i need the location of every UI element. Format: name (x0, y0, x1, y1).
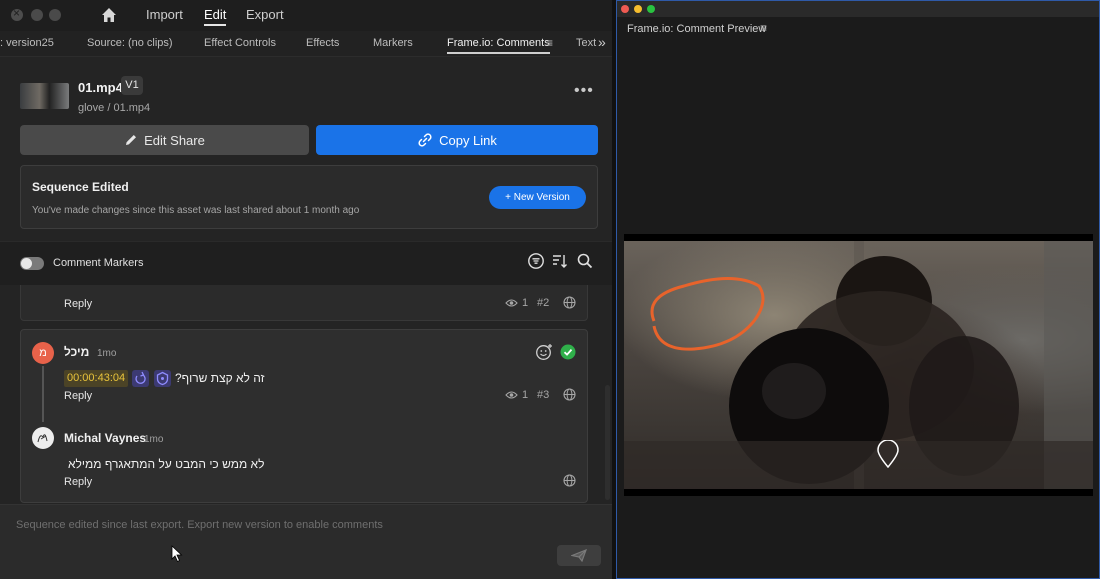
tab-text[interactable]: Text (576, 37, 596, 49)
minimize-preview-button[interactable] (634, 5, 642, 13)
shape-chip-icon[interactable] (154, 370, 171, 387)
asset-header: 01.mp4 V1 glove / 01.mp4 ••• Edit Share … (0, 57, 612, 241)
avatar: מ (32, 342, 54, 364)
link-icon (418, 133, 432, 147)
composer-placeholder: Sequence edited since last export. Expor… (16, 519, 383, 531)
comment-markers-label: Comment Markers (53, 257, 144, 269)
close-window-button[interactable] (11, 6, 23, 21)
avatar (32, 427, 54, 449)
version-badge[interactable]: V1 (121, 76, 143, 95)
comment-author: מיכל (64, 345, 90, 359)
preview-menu-icon[interactable]: ≡ (760, 21, 767, 35)
more-options-icon[interactable]: ••• (574, 82, 594, 100)
comment-card-3: מ מיכל 1mo 00:00:43:04 זה לא קצת שרוף? R… (20, 329, 588, 503)
eye-icon (505, 391, 518, 399)
mouse-cursor-icon (171, 545, 183, 563)
comment-preview-window: Frame.io: Comment Preview ≡ (616, 0, 1100, 579)
app-root: Import Edit Export : version25 Source: (… (0, 0, 1100, 579)
menu-import[interactable]: Import (146, 7, 183, 22)
video-preview[interactable] (624, 234, 1093, 496)
thread-line (42, 366, 44, 422)
comment-text: זה לא קצת שרוף? (175, 371, 265, 385)
edit-share-label: Edit Share (144, 132, 205, 148)
comment-number: #2 (537, 297, 550, 309)
comment-views: 1 (505, 389, 528, 401)
comment-markers-bar: Comment Markers (0, 241, 612, 285)
minimize-window-button[interactable] (31, 9, 43, 21)
edit-share-button[interactable]: Edit Share (20, 125, 309, 155)
preview-titlebar (617, 1, 1099, 17)
asset-path: glove / 01.mp4 (78, 102, 151, 114)
pencil-icon (126, 135, 137, 145)
tab-version[interactable]: : version25 (0, 37, 54, 49)
drawing-chip-icon[interactable] (132, 370, 149, 387)
video-frame (624, 241, 1093, 489)
reply-link[interactable]: Reply (64, 298, 92, 310)
comment-number: #3 (537, 389, 550, 401)
reply-link[interactable]: Reply (64, 476, 92, 488)
sequence-edited-title: Sequence Edited (32, 180, 129, 194)
top-menu-bar: Import Edit Export (0, 0, 612, 31)
globe-icon[interactable] (563, 388, 576, 401)
asset-name: 01.mp4 (78, 80, 123, 95)
comment-markers-toggle[interactable] (20, 257, 44, 270)
tab-effect-controls[interactable]: Effect Controls (204, 37, 276, 49)
globe-icon[interactable] (563, 296, 576, 309)
reply-time: 1mo (144, 434, 164, 445)
tab-markers[interactable]: Markers (373, 37, 413, 49)
send-icon (571, 549, 587, 562)
tab-effects[interactable]: Effects (306, 37, 339, 49)
zoom-preview-button[interactable] (647, 5, 655, 13)
tab-menu-icon[interactable]: ≡ (546, 36, 553, 50)
search-icon[interactable] (576, 252, 594, 270)
comment-views: 1 (505, 297, 528, 309)
send-button[interactable] (557, 545, 601, 566)
location-pin-icon[interactable] (877, 440, 899, 468)
resolved-check-icon[interactable] (560, 344, 576, 360)
home-icon[interactable] (100, 6, 118, 24)
copy-link-label: Copy Link (439, 132, 497, 148)
asset-thumbnail (20, 83, 69, 109)
new-version-button[interactable]: + New Version (489, 186, 586, 209)
zoom-window-button[interactable] (49, 9, 61, 21)
views-count: 1 (522, 389, 529, 401)
filter-icon[interactable] (527, 252, 545, 270)
views-count: 1 (522, 297, 529, 309)
comment-composer: Sequence edited since last export. Expor… (0, 504, 612, 579)
comment-time: 1mo (97, 348, 117, 359)
comments-scrollbar[interactable] (605, 385, 610, 500)
tabs-overflow-icon[interactable]: » (598, 34, 606, 50)
eye-icon (505, 299, 518, 307)
reply-text: לא ממש כי המבט על המתאגרף ממילא (68, 457, 265, 471)
sequence-edited-notice: Sequence Edited You've made changes sinc… (20, 165, 598, 229)
add-reaction-icon[interactable] (535, 343, 553, 361)
preview-title: Frame.io: Comment Preview (627, 23, 767, 35)
copy-link-button[interactable]: Copy Link (316, 125, 598, 155)
comments-list[interactable]: Reply 1 #2 מ מיכל 1mo 00:00:43:04 זה לא … (0, 285, 612, 504)
reply-author: Michal Vaynes (64, 431, 147, 445)
close-preview-button[interactable] (621, 5, 629, 13)
tab-frameio-comments[interactable]: Frame.io: Comments (447, 37, 550, 54)
menu-edit[interactable]: Edit (204, 7, 227, 26)
globe-icon[interactable] (563, 474, 576, 487)
menu-export[interactable]: Export (246, 7, 284, 22)
comment-timecode[interactable]: 00:00:43:04 (64, 370, 129, 387)
panel-tabs: : version25 Source: (no clips) Effect Co… (0, 31, 612, 57)
sort-icon[interactable] (551, 252, 569, 270)
tab-source[interactable]: Source: (no clips) (87, 37, 173, 49)
comments-panel: Import Edit Export : version25 Source: (… (0, 0, 612, 579)
reply-link[interactable]: Reply (64, 390, 92, 402)
drawing-annotation[interactable] (624, 241, 1093, 489)
sequence-edited-subtitle: You've made changes since this asset was… (32, 205, 360, 216)
comment-card: Reply 1 #2 (20, 285, 588, 321)
